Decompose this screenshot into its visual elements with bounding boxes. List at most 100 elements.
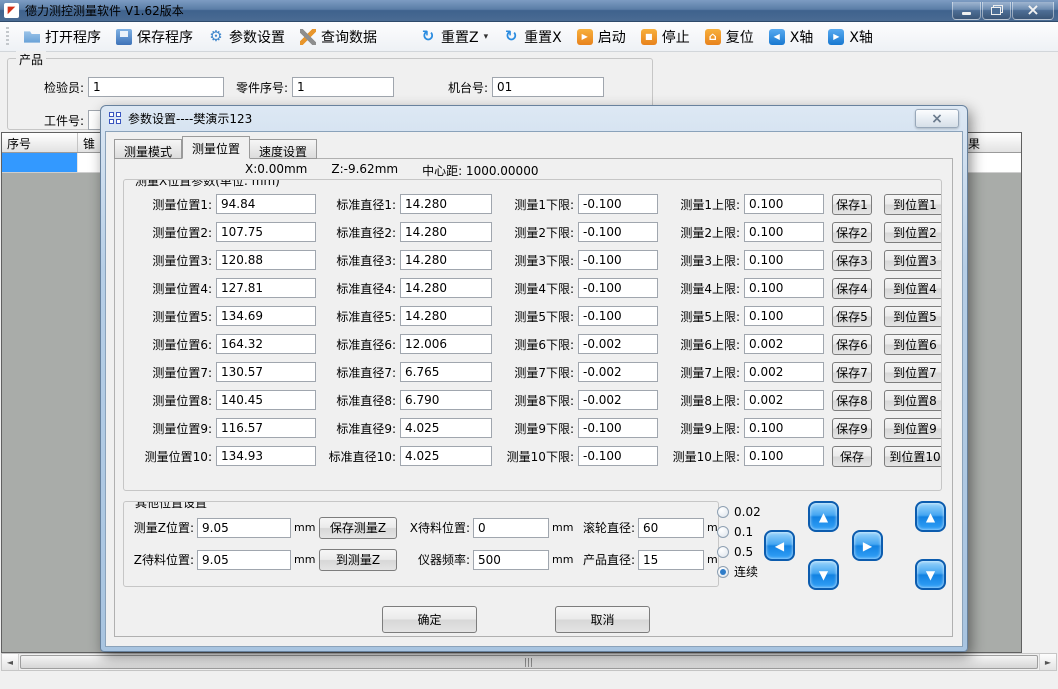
dialog-tab[interactable]: 测量模式 xyxy=(114,139,182,159)
standard-diameter-input[interactable] xyxy=(400,418,492,438)
jog-down-button[interactable] xyxy=(808,559,839,590)
lower-limit-input[interactable] xyxy=(578,250,658,270)
measure-position-input[interactable] xyxy=(216,194,316,214)
scroll-right-icon[interactable] xyxy=(1039,654,1056,670)
goto-position-button[interactable]: 到位置9 xyxy=(884,418,942,439)
standard-diameter-input[interactable] xyxy=(400,306,492,326)
ok-button[interactable]: 确定 xyxy=(382,606,477,633)
toolbar-item[interactable]: X轴 xyxy=(769,27,814,47)
close-button[interactable] xyxy=(1012,2,1054,20)
toolbar-item[interactable]: X轴 xyxy=(828,27,873,47)
save-button[interactable]: 保存4 xyxy=(832,278,872,299)
restore-button[interactable] xyxy=(982,2,1011,20)
standard-diameter-input[interactable] xyxy=(400,362,492,382)
other-field-input[interactable] xyxy=(473,550,549,570)
goto-position-button[interactable]: 到位置4 xyxy=(884,278,942,299)
jog-up-side-button[interactable] xyxy=(915,501,946,532)
measure-position-input[interactable] xyxy=(216,362,316,382)
measure-position-input[interactable] xyxy=(216,222,316,242)
step-radio-option[interactable]: 0.1 xyxy=(717,523,761,540)
goto-position-button[interactable]: 到位置3 xyxy=(884,250,942,271)
step-radio-option[interactable]: 0.5 xyxy=(717,543,761,560)
part-serial-input[interactable] xyxy=(292,77,394,97)
toolbar-item[interactable]: 查询数据 xyxy=(300,27,377,47)
standard-diameter-input[interactable] xyxy=(400,222,492,242)
toolbar-item[interactable]: 参数设置 xyxy=(208,27,285,47)
lower-limit-input[interactable] xyxy=(578,418,658,438)
machine-no-input[interactable] xyxy=(492,77,604,97)
lower-limit-input[interactable] xyxy=(578,362,658,382)
upper-limit-input[interactable] xyxy=(744,334,824,354)
measure-position-input[interactable] xyxy=(216,334,316,354)
jog-right-button[interactable] xyxy=(852,530,883,561)
other-field-input[interactable] xyxy=(197,550,291,570)
goto-position-button[interactable]: 到位置2 xyxy=(884,222,942,243)
other-field-input[interactable] xyxy=(638,518,704,538)
dialog-tab[interactable]: 测量位置 xyxy=(182,136,250,159)
goto-position-button[interactable]: 到位置6 xyxy=(884,334,942,355)
lower-limit-input[interactable] xyxy=(578,334,658,354)
lower-limit-input[interactable] xyxy=(578,446,658,466)
toolbar-item[interactable]: 复位 xyxy=(705,27,754,47)
save-button[interactable]: 保存7 xyxy=(832,362,872,383)
save-button[interactable]: 保存6 xyxy=(832,334,872,355)
upper-limit-input[interactable] xyxy=(744,306,824,326)
dialog-tab[interactable]: 速度设置 xyxy=(250,139,317,159)
goto-position-button[interactable]: 到位置7 xyxy=(884,362,942,383)
measure-position-input[interactable] xyxy=(216,250,316,270)
goto-position-button[interactable]: 到位置1 xyxy=(884,194,942,215)
step-radio-option[interactable]: 连续 xyxy=(717,563,761,580)
toolbar-item[interactable]: 保存程序 xyxy=(116,27,193,47)
measure-position-input[interactable] xyxy=(216,390,316,410)
scroll-left-icon[interactable] xyxy=(2,654,19,670)
step-radio-option[interactable]: 0.02 xyxy=(717,503,761,520)
minimize-button[interactable] xyxy=(952,2,981,20)
toolbar-item[interactable]: 重置X xyxy=(503,27,562,47)
lower-limit-input[interactable] xyxy=(578,390,658,410)
toolbar-item[interactable]: 打开程序 xyxy=(24,27,101,47)
upper-limit-input[interactable] xyxy=(744,278,824,298)
toolbar-item[interactable]: 停止 xyxy=(641,27,690,47)
z-action-button[interactable]: 保存测量Z xyxy=(319,517,397,539)
measure-position-input[interactable] xyxy=(216,418,316,438)
upper-limit-input[interactable] xyxy=(744,390,824,410)
standard-diameter-input[interactable] xyxy=(400,334,492,354)
standard-diameter-input[interactable] xyxy=(400,278,492,298)
goto-position-button[interactable]: 到位置10 xyxy=(884,446,942,467)
upper-limit-input[interactable] xyxy=(744,194,824,214)
standard-diameter-input[interactable] xyxy=(400,446,492,466)
inspector-input[interactable] xyxy=(88,77,224,97)
save-button[interactable]: 保存 xyxy=(832,446,872,467)
upper-limit-input[interactable] xyxy=(744,418,824,438)
save-button[interactable]: 保存3 xyxy=(832,250,872,271)
goto-position-button[interactable]: 到位置5 xyxy=(884,306,942,327)
measure-position-input[interactable] xyxy=(216,278,316,298)
grid-column-header[interactable]: 序号 xyxy=(2,133,78,152)
save-button[interactable]: 保存8 xyxy=(832,390,872,411)
standard-diameter-input[interactable] xyxy=(400,250,492,270)
scrollbar-thumb[interactable] xyxy=(20,655,1038,669)
selected-cell[interactable] xyxy=(2,153,78,172)
save-button[interactable]: 保存2 xyxy=(832,222,872,243)
upper-limit-input[interactable] xyxy=(744,250,824,270)
save-button[interactable]: 保存9 xyxy=(832,418,872,439)
dialog-close-button[interactable] xyxy=(915,109,959,128)
other-field-input[interactable] xyxy=(473,518,549,538)
jog-down-side-button[interactable] xyxy=(915,559,946,590)
other-field-input[interactable] xyxy=(638,550,704,570)
lower-limit-input[interactable] xyxy=(578,222,658,242)
standard-diameter-input[interactable] xyxy=(400,390,492,410)
toolbar-item[interactable]: 重置Z ▾ xyxy=(420,27,488,47)
upper-limit-input[interactable] xyxy=(744,446,824,466)
measure-position-input[interactable] xyxy=(216,446,316,466)
goto-position-button[interactable]: 到位置8 xyxy=(884,390,942,411)
save-button[interactable]: 保存5 xyxy=(832,306,872,327)
z-action-button[interactable]: 到测量Z xyxy=(319,549,397,571)
save-button[interactable]: 保存1 xyxy=(832,194,872,215)
toolbar-item[interactable]: 启动 xyxy=(577,27,626,47)
grid-column-header[interactable]: 果 xyxy=(963,133,1021,152)
other-field-input[interactable] xyxy=(197,518,291,538)
upper-limit-input[interactable] xyxy=(744,362,824,382)
jog-left-button[interactable] xyxy=(764,530,795,561)
jog-up-button[interactable] xyxy=(808,501,839,532)
